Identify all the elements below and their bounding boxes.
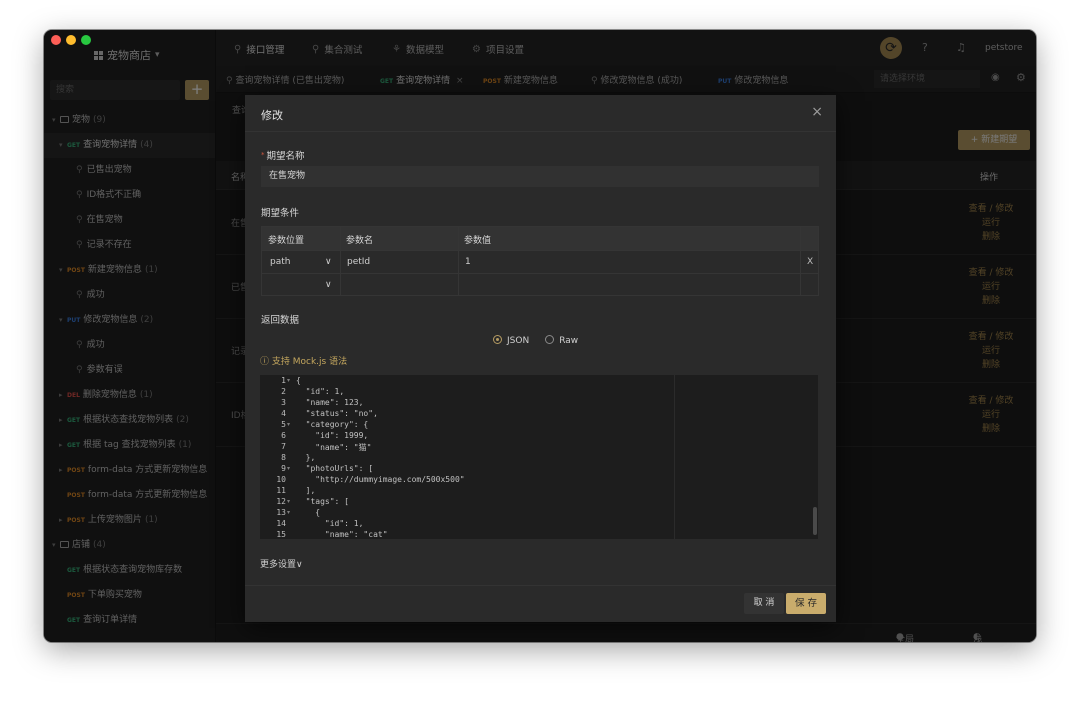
param-value-input[interactable]: 1 bbox=[465, 257, 471, 267]
conditions-table: 参数位置 参数名 参数值 path ∨ petId 1 X ∨ bbox=[261, 226, 819, 296]
dialog-title: 修改 bbox=[261, 109, 283, 122]
code-line: ], bbox=[296, 486, 316, 495]
json-editor[interactable]: 1 ▾{2 "id": 1, 3 "name": 123, 4 "status": "… bbox=[260, 375, 818, 539]
param-name-input[interactable]: petId bbox=[347, 257, 370, 267]
code-line: "photoUrls": [ bbox=[296, 464, 374, 473]
line-number: 11 bbox=[276, 486, 286, 495]
conditions-label: 期望条件 bbox=[261, 208, 300, 219]
code-line: "id": 1, bbox=[296, 387, 345, 396]
name-label-text: 期望名称 bbox=[266, 151, 305, 162]
radio-on-icon bbox=[493, 335, 502, 344]
expectation-name-input[interactable]: 在售宠物 bbox=[261, 166, 819, 187]
condition-row-empty: ∨ bbox=[262, 273, 818, 297]
app-window: 宠物商店 ▾ 搜索 + ▾宠物(9)▾GET查询宠物详情(4)⚲已售出宠物⚲ID… bbox=[44, 30, 1036, 642]
fold-icon[interactable]: ▾ bbox=[287, 377, 290, 384]
return-data-label: 返回数据 bbox=[261, 315, 300, 326]
line-number: 5 bbox=[281, 420, 286, 429]
code-line: "id": 1, bbox=[296, 519, 364, 528]
line-number: 13 bbox=[276, 508, 286, 517]
edit-expectation-dialog: 修改 × * 期望名称 在售宠物 期望条件 参数位置 参数名 参数值 path ∨… bbox=[245, 95, 836, 622]
question-icon: ⓘ bbox=[260, 357, 270, 367]
mock-link-text: 支持 Mock.js 语法 bbox=[271, 357, 348, 367]
line-number: 2 bbox=[281, 387, 286, 396]
chevron-down-icon: ∨ bbox=[296, 560, 303, 570]
more-settings-label: 更多设置 bbox=[260, 560, 297, 570]
close-icon[interactable]: × bbox=[811, 104, 823, 120]
code-line: { bbox=[296, 508, 321, 517]
mockjs-help-link[interactable]: ⓘ 支持 Mock.js 语法 bbox=[260, 354, 347, 367]
radio-json[interactable]: JSON bbox=[493, 335, 529, 346]
code-line: "category": { bbox=[296, 420, 369, 429]
format-radio-group: JSON Raw bbox=[493, 335, 578, 346]
line-number: 3 bbox=[281, 398, 286, 407]
dialog-header: 修改 × bbox=[245, 95, 836, 132]
radio-raw[interactable]: Raw bbox=[545, 335, 578, 346]
save-button[interactable]: 保 存 bbox=[786, 593, 826, 614]
code-line: "status": "no", bbox=[296, 409, 378, 418]
radio-label: JSON bbox=[507, 336, 530, 346]
radio-label: Raw bbox=[559, 336, 579, 346]
column-divider bbox=[800, 227, 801, 295]
line-number: 10 bbox=[276, 475, 286, 484]
code-line: "tags": [ bbox=[296, 497, 349, 506]
cancel-button[interactable]: 取 消 bbox=[744, 593, 784, 614]
code-line: "name": "猫" bbox=[296, 443, 372, 452]
line-number: 9 bbox=[281, 464, 286, 473]
column-divider bbox=[340, 227, 341, 295]
fold-icon[interactable]: ▾ bbox=[287, 509, 290, 516]
column-divider bbox=[458, 227, 459, 295]
maximize-window-button[interactable] bbox=[81, 35, 91, 45]
remove-row-icon[interactable]: X bbox=[807, 257, 813, 267]
code-line: "http://dummyimage.com/500x500" bbox=[296, 475, 465, 484]
fold-icon[interactable]: ▾ bbox=[287, 465, 290, 472]
minimize-window-button[interactable] bbox=[66, 35, 76, 45]
fold-icon[interactable]: ▾ bbox=[287, 498, 290, 505]
close-window-button[interactable] bbox=[51, 35, 61, 45]
editor-scrollbar[interactable] bbox=[813, 507, 817, 535]
param-position-select[interactable]: path bbox=[270, 257, 290, 267]
fold-icon[interactable]: ▾ bbox=[287, 421, 290, 428]
condition-row: path ∨ petId 1 X bbox=[262, 250, 818, 274]
chevron-down-icon[interactable]: ∨ bbox=[325, 280, 332, 290]
line-number: 7 bbox=[281, 442, 286, 451]
code-line: }, bbox=[296, 453, 316, 462]
code-line: { bbox=[296, 376, 301, 385]
code-line: "name": 123, bbox=[296, 398, 364, 407]
conditions-header: 参数位置 参数名 参数值 bbox=[262, 227, 818, 250]
name-label: * 期望名称 bbox=[261, 148, 305, 162]
dialog-footer: 取 消 保 存 bbox=[245, 585, 836, 622]
col-param-value: 参数值 bbox=[464, 236, 492, 246]
line-number: 15 bbox=[276, 530, 286, 539]
line-number: 14 bbox=[276, 519, 286, 528]
more-settings-toggle[interactable]: 更多设置∨ bbox=[260, 557, 303, 570]
line-number: 12 bbox=[276, 497, 286, 506]
code-line: "name": "cat" bbox=[296, 530, 388, 539]
line-number: 4 bbox=[281, 409, 286, 418]
line-number: 6 bbox=[281, 431, 286, 440]
line-number: 8 bbox=[281, 453, 286, 462]
radio-off-icon bbox=[545, 335, 555, 344]
line-number: 1 bbox=[281, 376, 286, 385]
chevron-down-icon[interactable]: ∨ bbox=[325, 257, 332, 267]
col-param-position: 参数位置 bbox=[268, 236, 305, 246]
col-param-name: 参数名 bbox=[346, 236, 374, 246]
code-line: "id": 1999, bbox=[296, 431, 369, 440]
print-margin-guide bbox=[674, 375, 675, 539]
window-controls bbox=[51, 35, 91, 45]
required-mark: * bbox=[261, 151, 265, 159]
